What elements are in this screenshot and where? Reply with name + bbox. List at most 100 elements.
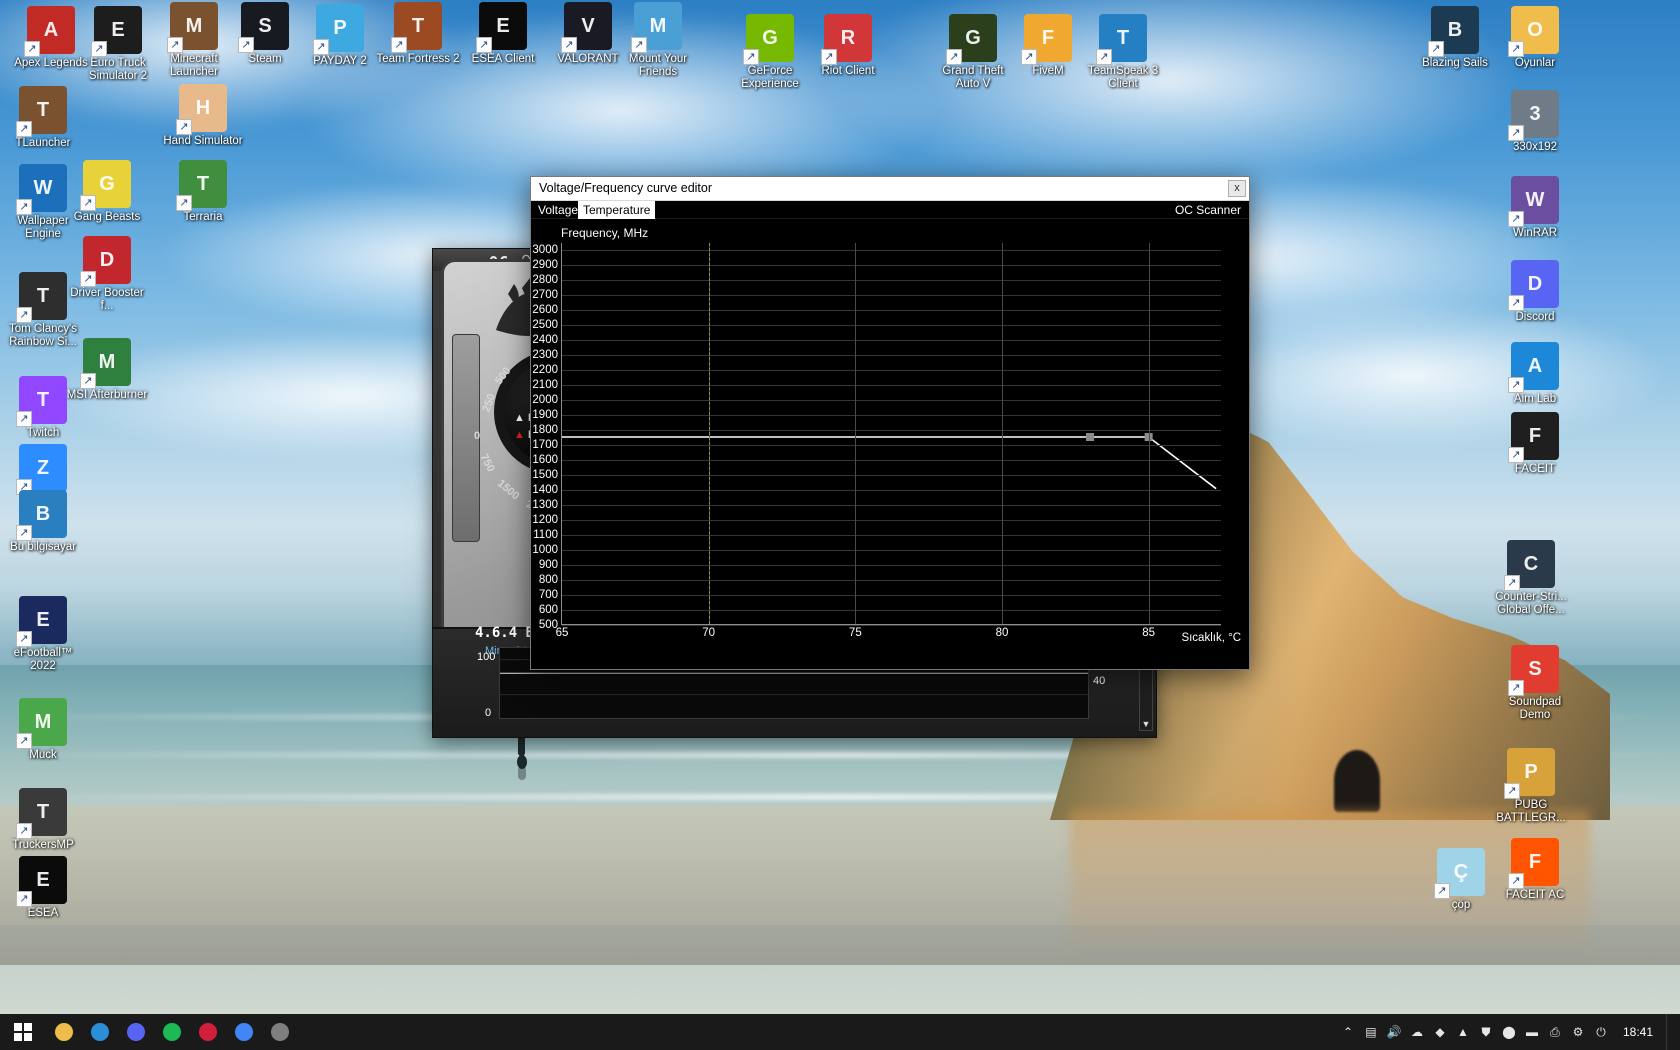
desktop-icon-recycle-bin[interactable]: Ç ↗ çöp bbox=[1418, 848, 1504, 912]
nvidia-tray-icon[interactable]: ▲ bbox=[1454, 1023, 1472, 1041]
taskbar-app-spotify[interactable] bbox=[154, 1014, 190, 1050]
desktop-icon-label: Blazing Sails bbox=[1422, 57, 1488, 69]
desktop-icon-muck[interactable]: M ↗ Muck bbox=[0, 698, 86, 762]
taskbar-app-opera-gx[interactable] bbox=[190, 1014, 226, 1050]
clock[interactable]: 18:41 bbox=[1615, 1025, 1661, 1039]
desktop-icon-geforce-experience[interactable]: G ↗ GeForce Experience bbox=[727, 14, 813, 91]
desktop-icon-faceit[interactable]: F ↗ FACEIT bbox=[1492, 412, 1578, 476]
desktop-icon-label: ESEA bbox=[27, 907, 59, 919]
start-button[interactable] bbox=[0, 1014, 46, 1050]
x-axis-tick-label: 70 bbox=[702, 627, 716, 639]
oc-scanner-button[interactable]: OC Scanner bbox=[1175, 201, 1241, 219]
desktop-icon-soundpad-demo[interactable]: S ↗ Soundpad Demo bbox=[1492, 645, 1578, 722]
desktop-icon-gang-beasts[interactable]: G ↗ Gang Beasts bbox=[64, 160, 150, 224]
desktop-icon-folder-oyunlar[interactable]: O ↗ Oyunlar bbox=[1492, 6, 1578, 70]
desktop-icon-team-fortress-2[interactable]: T ↗ Team Fortress 2 bbox=[375, 2, 461, 66]
curve-point-handle[interactable] bbox=[1086, 433, 1094, 441]
taskbar-app-edge-browser[interactable] bbox=[82, 1014, 118, 1050]
gridline-horizontal bbox=[562, 475, 1221, 477]
tab-voltage[interactable]: Voltage bbox=[533, 201, 583, 219]
zoom-icon: Z ↗ bbox=[16, 444, 67, 495]
desktop-icon-faceit-ac[interactable]: F ↗ FACEIT AC bbox=[1492, 838, 1578, 902]
desktop-icon-image-330x192[interactable]: 3 ↗ 330x192 bbox=[1492, 90, 1578, 154]
desktop-icon-label: Riot Client bbox=[821, 65, 875, 77]
gridline-horizontal bbox=[562, 490, 1221, 492]
desktop-icon-fivem[interactable]: F ↗ FiveM bbox=[1005, 14, 1091, 78]
desktop-icon-payday-2[interactable]: P ↗ PAYDAY 2 bbox=[297, 4, 383, 68]
desktop-icon-teamspeak-3-client[interactable]: T ↗ TeamSpeak 3 Client bbox=[1080, 14, 1166, 91]
show-hidden-icons[interactable]: ⌃ bbox=[1339, 1023, 1357, 1041]
x-axis-tick-label: 85 bbox=[1142, 627, 1156, 639]
editor-tabbar[interactable]: Voltage Temperature OC Scanner bbox=[531, 201, 1249, 219]
desktop-icon-label: Grand Theft Auto V bbox=[942, 65, 1004, 90]
settings-icon[interactable]: ⚙ bbox=[1569, 1023, 1587, 1041]
battery-icon[interactable]: ▬ bbox=[1523, 1023, 1541, 1041]
desktop-icon-this-pc[interactable]: B ↗ Bu bilgisayar bbox=[0, 490, 86, 554]
shortcut-arrow-icon: ↗ bbox=[16, 121, 32, 137]
desktop-icon-hand-simulator[interactable]: H ↗ Hand Simulator bbox=[160, 84, 246, 148]
tlauncher-icon: T ↗ bbox=[16, 86, 67, 137]
desktop-icon-grand-theft-auto-v[interactable]: G ↗ Grand Theft Auto V bbox=[930, 14, 1016, 91]
voltage-frequency-curve-editor-window[interactable]: Voltage/Frequency curve editor x Voltage… bbox=[530, 176, 1250, 670]
volume-icon[interactable]: 🔊 bbox=[1385, 1023, 1403, 1041]
gridline-horizontal bbox=[562, 550, 1221, 552]
desktop-icon-discord[interactable]: D ↗ Discord bbox=[1492, 260, 1578, 324]
desktop-icon-terraria[interactable]: T ↗ Terraria bbox=[160, 160, 246, 224]
gridline-horizontal bbox=[562, 565, 1221, 567]
desktop-icon-steam[interactable]: S ↗ Steam bbox=[222, 2, 308, 66]
desktop-icon-tlauncher[interactable]: T ↗ TLauncher bbox=[0, 86, 86, 150]
desktop-icon-winrar[interactable]: W ↗ WinRAR bbox=[1492, 176, 1578, 240]
shortcut-arrow-icon: ↗ bbox=[1508, 41, 1524, 57]
taskbar-app-discord[interactable] bbox=[118, 1014, 154, 1050]
taskbar-app-chrome[interactable] bbox=[226, 1014, 262, 1050]
steam-tray-icon[interactable]: ⬤ bbox=[1500, 1023, 1518, 1041]
desktop-icon-riot-client[interactable]: R ↗ Riot Client bbox=[805, 14, 891, 78]
desktop-icon-label: PUBG BATTLEGR... bbox=[1496, 799, 1566, 824]
editor-titlebar[interactable]: Voltage/Frequency curve editor x bbox=[531, 177, 1249, 201]
image-330x192-icon: 3 ↗ bbox=[1508, 90, 1559, 141]
chevron-down-icon[interactable]: ▼ bbox=[1140, 718, 1152, 730]
close-icon[interactable]: x bbox=[1228, 180, 1246, 197]
network-icon[interactable]: ▤ bbox=[1362, 1023, 1380, 1041]
onedrive-icon[interactable]: ☁ bbox=[1408, 1023, 1426, 1041]
desktop-icon-truckersmp[interactable]: T ↗ TruckersMP bbox=[0, 788, 86, 852]
taskbar[interactable]: ⌃ ▤ 🔊 ☁ ◆ ▲ ⛊ ⬤ ▬ ⎙ ⚙ ⏻ 18:41 bbox=[0, 1014, 1680, 1050]
desktop-icon-aim-lab[interactable]: A ↗ Aim Lab bbox=[1492, 342, 1578, 406]
desktop-icon-label: Hand Simulator bbox=[163, 135, 243, 147]
shortcut-arrow-icon: ↗ bbox=[1508, 125, 1524, 141]
desktop-icon-euro-truck-simulator-2[interactable]: E ↗ Euro Truck Simulator 2 bbox=[75, 6, 161, 83]
shield-icon[interactable]: ⛊ bbox=[1477, 1023, 1495, 1041]
desktop-icon-blazing-sails[interactable]: B ↗ Blazing Sails bbox=[1412, 6, 1498, 70]
desktop-icon-twitch[interactable]: T ↗ Twitch bbox=[0, 376, 86, 440]
gridline-horizontal bbox=[562, 280, 1221, 282]
desktop-icon-counter-strike-global-offensive[interactable]: C ↗ Counter-Stri... Global Offe... bbox=[1488, 540, 1574, 617]
desktop-icon-label: Soundpad Demo bbox=[1508, 696, 1562, 721]
desktop-icon-esea[interactable]: E ↗ ESEA bbox=[0, 856, 86, 920]
y-axis-tick-label: 2800 bbox=[532, 274, 558, 287]
riot-tray-icon[interactable]: ◆ bbox=[1431, 1023, 1449, 1041]
grand-theft-auto-v-icon: G ↗ bbox=[946, 14, 997, 65]
graph-scale-right: 40 bbox=[1093, 675, 1106, 687]
taskbar-app-afterburner[interactable] bbox=[262, 1014, 298, 1050]
y-axis-tick-label: 800 bbox=[538, 574, 558, 587]
clock-time: 18:41 bbox=[1622, 1025, 1653, 1039]
desktop-icon-esea-client[interactable]: E ↗ ESEA Client bbox=[460, 2, 546, 66]
gridline-horizontal bbox=[562, 355, 1221, 357]
desktop-icon-mount-your-friends[interactable]: M ↗ Mount Your Friends bbox=[615, 2, 701, 79]
printer-icon[interactable]: ⎙ bbox=[1546, 1023, 1564, 1041]
file-explorer-icon bbox=[55, 1023, 73, 1041]
show-desktop-button[interactable] bbox=[1666, 1014, 1674, 1050]
desktop-icon-efootball-2022[interactable]: E ↗ eFootball™ 2022 bbox=[0, 596, 86, 673]
voltage-frequency-curve[interactable] bbox=[562, 243, 1222, 625]
desktop-icon-label: Discord bbox=[1515, 311, 1555, 323]
desktop-icon-pubg-battlegrounds[interactable]: P ↗ PUBG BATTLEGR... bbox=[1488, 748, 1574, 825]
shortcut-arrow-icon: ↗ bbox=[16, 307, 32, 323]
afterburner-icon bbox=[271, 1023, 289, 1041]
power-icon[interactable]: ⏻ bbox=[1592, 1023, 1610, 1041]
plot-canvas[interactable]: 3000 2900 2800 2700 2600 2500 2400 2300 2200 2100… bbox=[532, 243, 1222, 639]
desktop-icon-label: çöp bbox=[1451, 899, 1471, 911]
taskbar-app-file-explorer[interactable] bbox=[46, 1014, 82, 1050]
tab-temperature[interactable]: Temperature bbox=[578, 201, 656, 219]
chart-area: Frequency, MHz 3000 2900 2800 2700 2600 2500 2… bbox=[531, 220, 1249, 669]
gridline-horizontal bbox=[562, 430, 1221, 432]
